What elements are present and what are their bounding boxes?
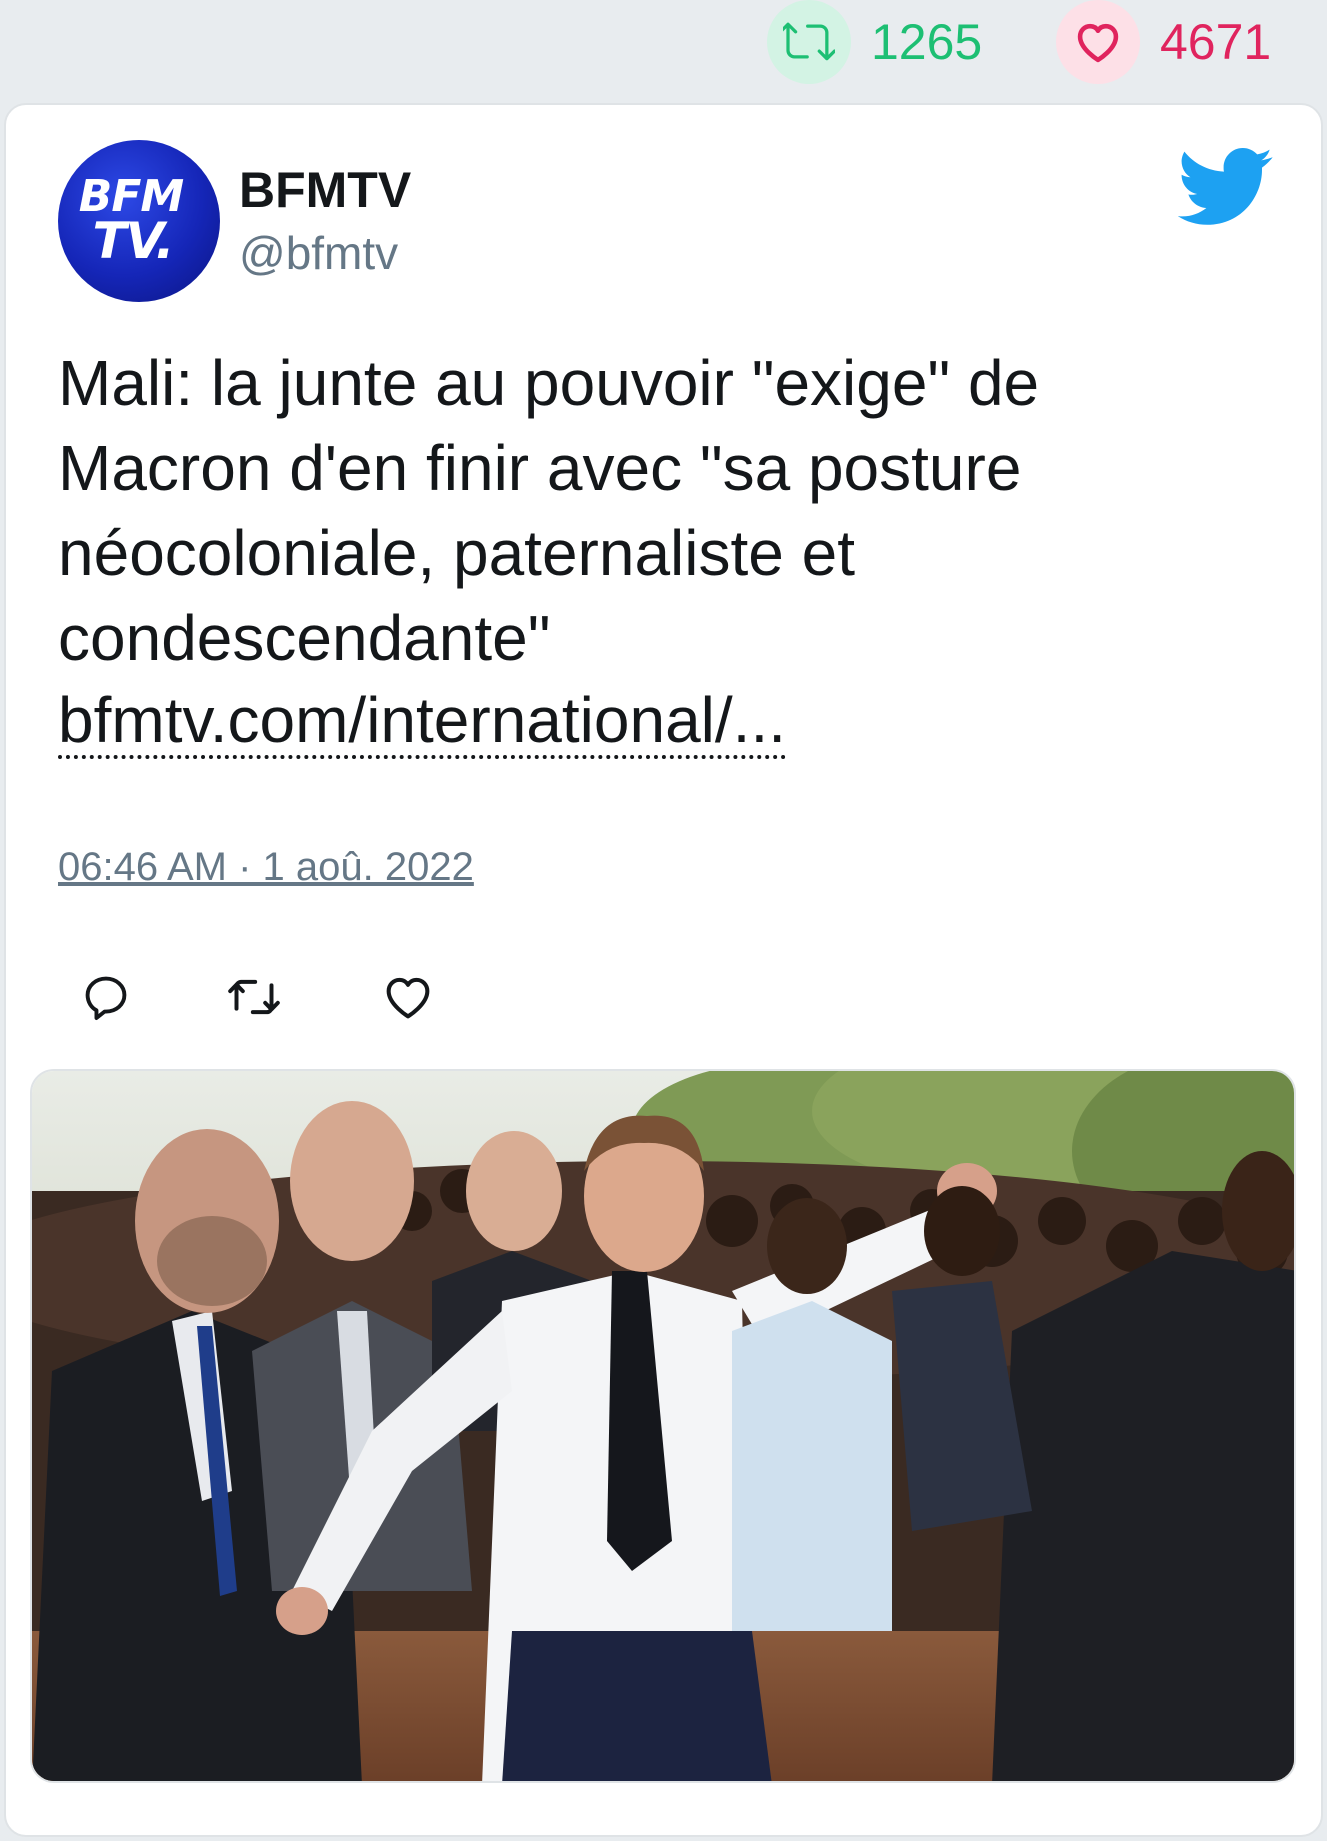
heart-icon bbox=[1077, 23, 1119, 63]
author-handle[interactable]: @bfmtv bbox=[239, 230, 398, 276]
tweet-text-line: néocoloniale, paternaliste et bbox=[58, 517, 855, 589]
tweet-card: BFM TV. BFMTV @bfmtv Mali: la junte au p… bbox=[4, 103, 1323, 1837]
like-button[interactable] bbox=[378, 967, 438, 1027]
reply-icon bbox=[85, 976, 127, 1020]
heart-icon bbox=[386, 977, 430, 1019]
retweet-button[interactable] bbox=[224, 967, 284, 1027]
reply-button[interactable] bbox=[76, 967, 136, 1027]
author-name[interactable]: BFMTV bbox=[239, 165, 411, 215]
like-count-stat[interactable]: 4671 bbox=[1056, 0, 1271, 84]
tweet-timestamp[interactable]: 06:46 AM · 1 aoû. 2022 bbox=[58, 847, 474, 887]
retweet-count: 1265 bbox=[871, 14, 983, 70]
retweet-stat-icon-wrap bbox=[767, 0, 851, 84]
retweet-icon bbox=[228, 979, 280, 1015]
tweet-photo[interactable] bbox=[30, 1069, 1296, 1783]
tweet-text-line: Mali: la junte au pouvoir "exige" de bbox=[58, 347, 1040, 419]
tweet-text-line: condescendante" bbox=[58, 602, 551, 674]
retweet-count-stat[interactable]: 1265 bbox=[767, 0, 982, 84]
tweet-link[interactable]: bfmtv.com/international/... bbox=[58, 685, 786, 759]
tweet-stats-bar: 1265 4671 bbox=[0, 0, 1327, 95]
tweet-photo-image bbox=[32, 1071, 1294, 1781]
avatar[interactable]: BFM TV. bbox=[58, 140, 220, 302]
like-stat-icon-wrap bbox=[1056, 0, 1140, 84]
tweet-text: Mali: la junte au pouvoir "exige" de Mac… bbox=[58, 341, 1258, 681]
tweet-text-line: Macron d'en finir avec "sa posture bbox=[58, 432, 1022, 504]
twitter-bird-icon[interactable] bbox=[1178, 148, 1274, 228]
like-count: 4671 bbox=[1160, 14, 1272, 70]
retweet-icon bbox=[783, 22, 835, 61]
avatar-logo-text-2: TV. bbox=[92, 212, 174, 271]
